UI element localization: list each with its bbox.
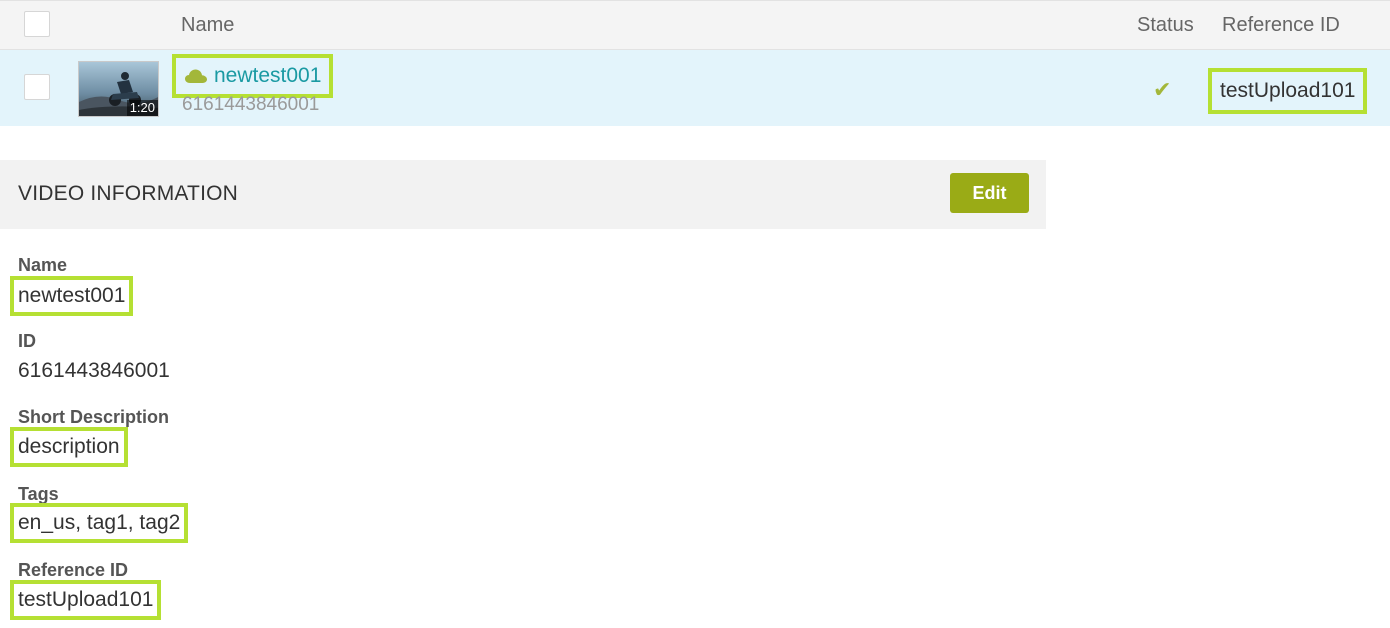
select-all-checkbox[interactable] [24,11,50,37]
field-value-short-description: description [10,427,128,467]
field-label-id: ID [18,331,36,351]
field-label-reference-id: Reference ID [18,560,129,580]
field-value-id: 6161443846001 [18,359,170,382]
table-row[interactable]: 1:20 newtest001 6161443846001 ✔ testUplo… [0,50,1390,126]
video-name-link[interactable]: newtest001 [171,54,334,98]
check-icon: ✔ [1153,77,1172,102]
video-name: newtest001 [214,64,322,87]
video-information-header: VIDEO INFORMATION Edit [0,160,1046,229]
table-header: Name Status Reference ID [0,0,1390,50]
video-thumbnail[interactable]: 1:20 [78,61,159,117]
field-label-tags: Tags [18,484,59,504]
video-id: 6161443846001 [182,94,320,115]
field-label-name: Name [18,255,68,275]
field-value-tags: en_us, tag1, tag2 [9,503,189,543]
section-title: VIDEO INFORMATION [18,182,239,205]
row-checkbox[interactable] [24,74,50,100]
column-header-name[interactable]: Name [181,13,234,37]
edit-button[interactable]: Edit [950,173,1029,213]
field-value-name: newtest001 [9,276,134,316]
column-header-reference-id[interactable]: Reference ID [1222,13,1340,37]
cloud-icon [185,69,207,83]
column-header-status[interactable]: Status [1137,13,1194,37]
video-duration: 1:20 [126,100,158,116]
row-reference-id: testUpload101 [1207,68,1368,114]
field-value-reference-id: testUpload101 [9,580,162,620]
field-label-short-description: Short Description [18,407,170,427]
